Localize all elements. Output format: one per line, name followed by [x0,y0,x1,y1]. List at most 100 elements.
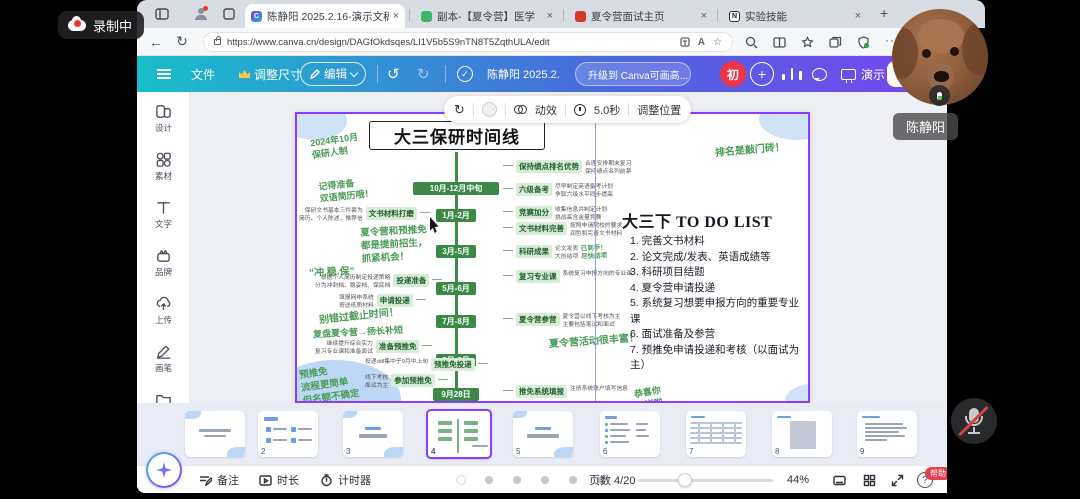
mindmap-node[interactable]: 文书材料完善 按照申请院校的要求 润色和完善文书材料 [503,222,622,238]
sidebar-item-design[interactable]: 设计 [137,103,190,145]
timeline-date[interactable]: 1月-2月 [436,209,476,222]
sidebar-item-draw[interactable]: 画笔 [137,343,190,385]
page-thumbnail[interactable] [185,411,245,457]
position-button[interactable]: 调整位置 [637,102,681,118]
home-menu-icon[interactable] [157,56,171,92]
page-thumbnail[interactable]: 9 [857,411,917,457]
timer-icon [320,474,333,487]
add-member-button[interactable]: + [750,62,774,86]
duration-button[interactable]: 时长 [259,466,299,493]
tab-camp-doc[interactable]: 副本-【夏令营】医学 × [415,4,559,28]
browser-search-icon[interactable] [745,36,758,49]
fullscreen-button[interactable] [833,466,846,493]
tab-search-icon[interactable] [155,8,169,20]
resize-menu[interactable]: 调整尺寸 [239,56,302,92]
doc-favicon [421,11,432,22]
page-thumbnail[interactable]: 6 [600,411,660,457]
insights-icon[interactable] [782,56,804,92]
profile-avatar-icon[interactable] [195,8,207,20]
page-thumbnail[interactable]: 5 [513,411,573,457]
page-thumbnail[interactable]: 7 [686,411,746,457]
upgrade-button[interactable]: 升级到 Canva可画高... [575,62,691,86]
mindmap-node[interactable]: 根据个人简历制定投递策略 分为冲刺档、稳妥档、保底档 投递准备 [315,274,442,290]
slide-canvas[interactable]: 大三保研时间线 2024年10月 保研人制 排名是敲门砖！ 10月-12月中旬 … [295,112,810,403]
rotate-icon[interactable]: ↻ [454,102,465,118]
zoom-slider-knob[interactable] [678,473,692,487]
undo-icon[interactable]: ↺ [387,56,400,92]
edit-mode-button[interactable]: 编辑 [300,62,366,86]
user-avatar[interactable]: 初 [720,61,746,87]
mic-icon [937,92,942,100]
screen: C 陈静阳 2025.2.16-演示文稿 - Ca × 副本-【夏令营】医学 ×… [0,0,1080,499]
mindmap-node[interactable]: 推免系统填报 注册系统账户填写信息 [503,385,628,398]
present-button[interactable]: 演示 [841,56,885,92]
timeline-date[interactable]: 10月-12月中旬 [413,182,499,195]
sidebar-item-uploads[interactable]: 上传 [137,295,190,337]
page-thumbnail[interactable]: 2 [258,411,318,457]
mindmap-node[interactable]: 科研成果 论文发表 大创结项 已到手！ 尽快结项 [503,245,607,262]
notes-button[interactable]: 备注 [199,466,239,493]
translate-icon[interactable] [680,37,690,47]
sidebar-item-elements[interactable]: 素材 [137,151,190,193]
sidebar-item-brand[interactable]: 品牌 [137,247,190,289]
todo-title[interactable]: 大三下 TO DO LIST [622,208,772,232]
expand-icon [891,474,904,487]
mindmap-title[interactable]: 大三保研时间线 [369,121,545,150]
tab-tiles-icon[interactable] [223,8,235,20]
tab-title: 夏令营面试主页 [591,9,697,24]
split-screen-icon[interactable] [773,36,786,49]
mindmap-node[interactable]: 投递ddl集中于9月中上旬 预推免投递 [365,358,488,371]
mindmap-node[interactable]: 夏令营参营 夏令营以线下考核为主 主要包括笔试和面试 [503,313,620,329]
tab-close-icon[interactable]: × [701,10,707,22]
player-icon [259,474,272,487]
decor-blob [759,112,810,140]
mindmap-node[interactable]: 六级备考 尽早制定英语备考计划 争取六级水平同步提高 [503,183,613,199]
mindmap-node[interactable]: 继续提升综合实力 复习专业课和准备面试 准备预推免 [315,340,432,356]
animate-button[interactable]: 动效 [535,102,557,118]
timeline-date[interactable]: 9月28日 [433,388,479,401]
page-thumbnail[interactable]: 8 [772,411,832,457]
todo-list[interactable]: 1. 完善文书材料 2. 论文完成/发表、英语成绩等 3. 科研项目结题 4. … [630,234,808,374]
tab-close-icon[interactable]: × [547,10,553,22]
duration-button[interactable]: 5.0秒 [594,102,620,118]
color-swatch[interactable] [482,102,497,117]
tab-close-icon[interactable]: × [855,10,861,22]
tab-canva-presentation[interactable]: C 陈静阳 2025.2.16-演示文稿 - Ca × [245,4,405,28]
tab-close-icon[interactable]: × [393,10,399,22]
page-counter[interactable]: 页数 4/20 [589,466,635,493]
page-thumbnail-selected[interactable]: 4 [426,409,492,459]
grid-view-button[interactable] [863,466,876,493]
document-title[interactable]: 陈静阳 2025.2... [487,56,559,92]
favorites-icon[interactable] [801,36,814,49]
timeline-date[interactable]: 7月-8月 [436,315,476,328]
mindmap-node[interactable]: 竞赛加分 收集信息并制定计划 挑战高含金量竞赛 [503,206,607,222]
url-field[interactable]: https://www.canva.cn/design/DAGfOkdsqes/… [203,32,733,52]
tab-camp-interview[interactable]: 夏令营面试主页 × [569,4,713,28]
mindmap-node[interactable]: 保持绩点排名优势 合理安排期末复习 保持绩点名列前茅 [503,160,631,176]
timer-button[interactable]: 计时器 [320,466,371,493]
zoom-slider[interactable] [638,479,773,482]
comments-icon[interactable] [812,56,827,92]
mindmap-node[interactable]: 保研文书基本三件套为 简历、个人陈述、推荐信 文书材料打磨 [299,207,430,223]
file-menu[interactable]: 文件 [191,56,215,92]
redo-icon[interactable]: ↻ [417,56,430,92]
collections-icon[interactable] [829,36,842,49]
back-icon[interactable]: ← [143,34,169,50]
mute-mic-button[interactable] [951,398,997,444]
mindmap-node[interactable]: 复习专业课 系统复习申报方向的专业课 [503,270,632,283]
read-aloud-icon[interactable]: A [698,37,705,48]
new-tab-button[interactable]: + [880,5,888,21]
browser-essentials-icon[interactable] [857,36,870,49]
canva-assistant-button[interactable] [146,452,182,488]
zoom-level[interactable]: 44% [787,466,809,493]
grid-icon [863,474,876,487]
reload-icon[interactable]: ↻ [169,33,195,50]
favorite-star-icon[interactable]: ☆ [713,37,722,48]
sidebar-item-text[interactable]: 文字 [137,199,190,241]
decor-blob [785,384,810,403]
page-thumbnail[interactable]: 3 [343,411,403,457]
tab-lab-skills[interactable]: N 实验技能 × [723,4,867,28]
todo-item: 6. 面试准备及参营 [630,327,808,343]
expand-button[interactable] [891,466,904,493]
timeline-date[interactable]: 3月-5月 [436,245,476,258]
